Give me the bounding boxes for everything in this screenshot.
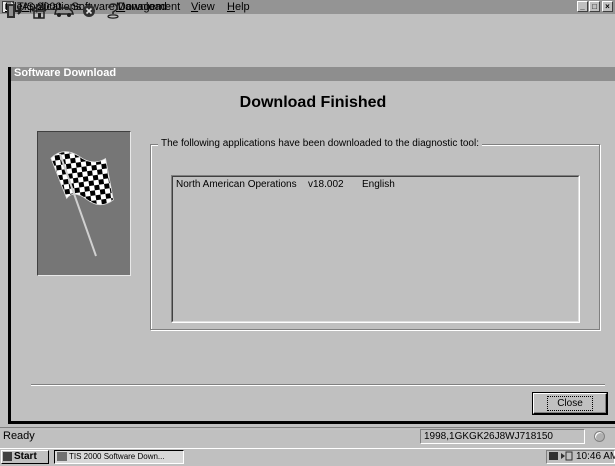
windows-logo-icon: [3, 452, 12, 461]
vehicle-info: 1998,1GKGK26J8WJ718150: [420, 429, 585, 444]
menu-management[interactable]: Management: [116, 1, 180, 13]
minimize-icon[interactable]: _: [577, 1, 588, 12]
help-icon[interactable]: [103, 3, 123, 19]
taskbar-app-button[interactable]: TIS 2000 Software Down...: [54, 450, 184, 464]
group-caption: The following applications have been dow…: [158, 138, 482, 149]
page-heading: Download Finished: [239, 94, 387, 111]
maximize-icon[interactable]: □: [589, 1, 600, 12]
applications-list[interactable]: [171, 175, 580, 323]
checkered-flag-image: [37, 131, 131, 276]
close-button[interactable]: Close: [533, 393, 607, 414]
app-name: North American Operations: [176, 179, 297, 190]
close-button-label: Close: [547, 396, 593, 411]
app-version: v18.002: [308, 179, 344, 190]
vehicle-icon[interactable]: [53, 3, 75, 19]
taskbar-app-icon: [57, 452, 67, 461]
close-window-icon[interactable]: ×: [602, 1, 613, 12]
panel-title: Software Download: [11, 67, 615, 81]
menu-help[interactable]: Help: [227, 1, 250, 13]
app-language: English: [362, 179, 395, 190]
status-text: Ready: [3, 430, 35, 442]
clock: 10:46 AM: [576, 451, 615, 462]
menu-view[interactable]: View: [191, 1, 215, 13]
connection-indicator-icon: [594, 431, 605, 442]
exit-icon[interactable]: [3, 3, 23, 19]
home-icon[interactable]: [29, 3, 49, 19]
stop-icon[interactable]: [79, 3, 99, 19]
checkered-flag-icon: [50, 151, 114, 257]
toolbar: [0, 28, 615, 50]
separator: [31, 384, 605, 386]
tray-icons[interactable]: [549, 450, 573, 466]
